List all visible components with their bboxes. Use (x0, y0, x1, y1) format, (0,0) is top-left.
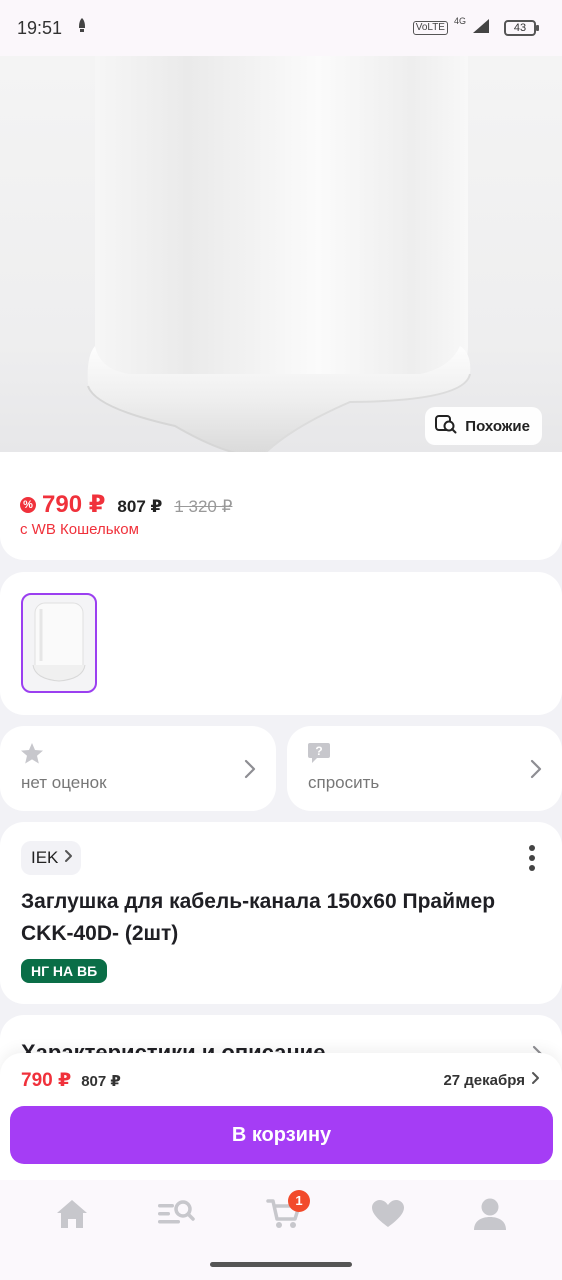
heart-icon (371, 1199, 405, 1234)
catalog-search-icon (156, 1198, 196, 1235)
more-vertical-icon[interactable] (528, 844, 536, 877)
product-title: Заглушка для кабель-канала 150x60 Прайме… (21, 890, 496, 945)
rating-label: нет оценок (21, 773, 107, 792)
price-crossed: 1 320 ₽ (174, 497, 233, 516)
bottom-tab-bar: 1 (0, 1180, 562, 1280)
add-to-cart-button[interactable]: В корзину (10, 1106, 553, 1164)
product-page: 19:51 VoLTE 4G 43 Похожие % 790 ₽ 807 ₽ … (0, 0, 562, 1280)
product-title-card: IEK Заглушка для кабель-канала 150x60 Пр… (0, 822, 562, 1004)
brand-name: IEK (31, 848, 59, 867)
delivery-date: 27 декабря (443, 1071, 525, 1089)
rating-card[interactable]: нет оценок (0, 726, 276, 811)
chevron-right-icon (530, 759, 542, 784)
product-photo (87, 56, 471, 458)
tab-catalog[interactable] (156, 1196, 196, 1236)
home-icon (55, 1198, 89, 1235)
ask-question-card[interactable]: ? спросить (287, 726, 562, 811)
chevron-right-icon (244, 759, 256, 784)
thumbnail-photo (32, 602, 86, 682)
product-image[interactable]: Похожие (0, 56, 562, 466)
home-indicator[interactable] (210, 1262, 352, 1267)
profile-icon (472, 1197, 508, 1236)
notification-icon (76, 17, 88, 40)
price-current: 790 ₽ (42, 491, 106, 518)
signal-icon (472, 18, 490, 39)
bar-old-price: 807 ₽ (81, 1073, 121, 1090)
delivery-date-link[interactable]: 27 декабря (443, 1071, 540, 1089)
tab-home[interactable] (52, 1196, 92, 1236)
tab-favorites[interactable] (368, 1196, 408, 1236)
network-type: 4G (453, 15, 466, 26)
similar-button[interactable]: Похожие (425, 407, 542, 445)
status-bar: 19:51 VoLTE 4G 43 (0, 0, 562, 56)
chevron-right-icon (64, 848, 73, 868)
cart-count-badge: 1 (288, 1190, 310, 1212)
volte-indicator: VoLTE (412, 21, 448, 35)
ask-label: спросить (308, 773, 380, 792)
chevron-right-icon (531, 1071, 540, 1089)
wallet-note: с WB Кошельком (20, 521, 139, 538)
similar-label: Похожие (465, 417, 530, 435)
price-card: % 790 ₽ 807 ₽ 1 320 ₽ с WB Кошельком (0, 452, 562, 560)
thumbnail-strip (0, 572, 562, 715)
promo-badge: НГ НА ВБ (21, 959, 108, 983)
svg-text:?: ? (315, 744, 322, 758)
tab-cart[interactable]: 1 (264, 1190, 310, 1236)
discount-badge-icon: % (20, 496, 36, 513)
similar-search-icon (435, 414, 457, 438)
star-icon (20, 742, 44, 769)
status-time: 19:51 (17, 17, 63, 38)
price-old: 807 ₽ (117, 497, 163, 516)
thumbnail-selected[interactable] (21, 593, 97, 693)
question-bubble-icon: ? (307, 742, 331, 769)
purchase-bar: 790 ₽ 807 ₽ 27 декабря В корзину (0, 1053, 562, 1180)
tab-profile[interactable] (470, 1196, 510, 1236)
brand-chip[interactable]: IEK (21, 841, 82, 875)
bar-price: 790 ₽ (21, 1070, 72, 1091)
battery-indicator: 43 (504, 20, 539, 36)
